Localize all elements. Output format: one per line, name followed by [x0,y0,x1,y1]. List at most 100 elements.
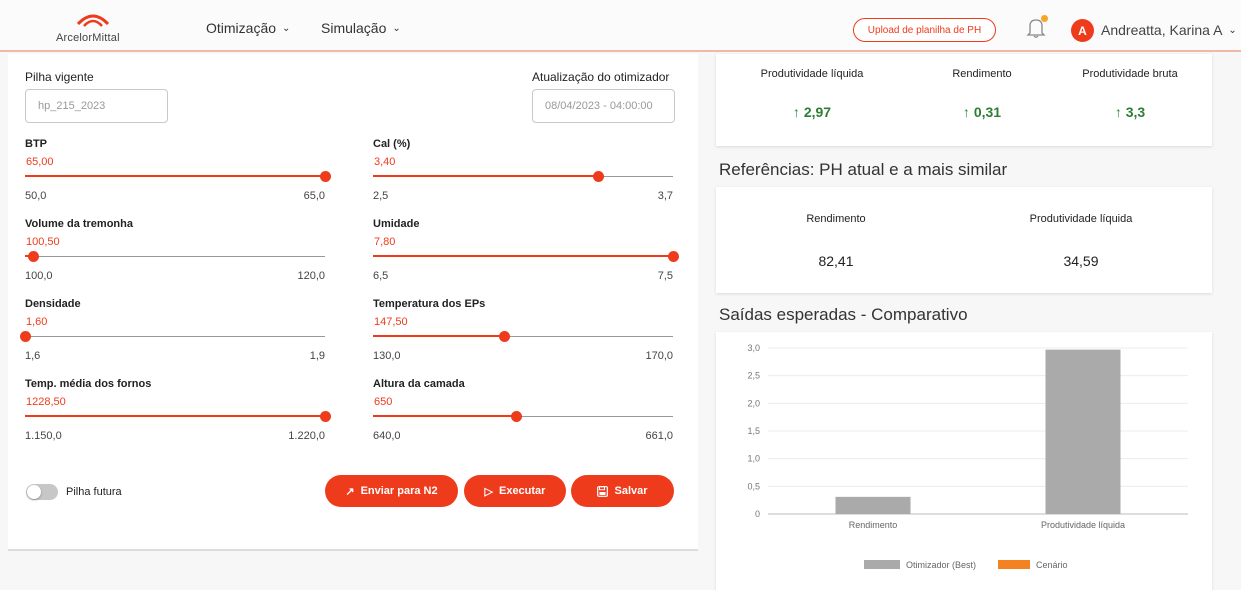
slider-max: 3,7 [657,190,673,202]
slider-max: 1,9 [309,350,325,362]
upload-spreadsheet-button[interactable]: Upload de planilha de PH [853,18,996,42]
pilha-input[interactable]: hp_215_2023 [25,89,168,123]
notification-dot [1041,15,1048,22]
slider-min: 1,6 [25,350,41,362]
slider-thumb[interactable] [320,411,331,422]
save-button[interactable]: Salvar [571,475,674,507]
kpi-value: ↑ 0,31 [922,104,1042,120]
slider-max: 661,0 [645,430,673,442]
y-tick-label: 2,0 [747,398,760,408]
y-tick-label: 2,5 [747,371,760,381]
slider-min: 6,5 [373,270,389,282]
references-card: Rendimento 82,41 Produtividade líquida 3… [716,187,1212,293]
slider-thumb[interactable] [499,331,511,342]
toggle-knob [27,485,41,499]
arrow-up-icon: ↑ [962,104,970,120]
nav-otimizacao-label: Otimização [206,20,277,36]
ref-label: Rendimento [806,213,866,225]
slider-fill [373,415,516,417]
legend-label: Otimizador (Best) [906,560,976,570]
parameters-panel: Pilha vigente hp_215_2023 Atualização do… [8,54,698,551]
slider-fill [25,415,325,417]
arrow-up-icon: ↑ [792,104,800,120]
arrow-up-icon: ↑ [1114,104,1122,120]
slider-max: 65,0 [303,190,325,202]
top-header: ArcelorMittal Otimização ⌄ Simulação ⌄ U… [0,0,1241,52]
slider-title: Temperatura dos EPs [373,298,486,310]
slider-min: 50,0 [25,190,47,202]
y-tick-label: 3,0 [747,343,760,353]
slider-fill [373,175,598,177]
user-name: Andreatta, Karina A [1101,22,1223,38]
slider-min: 2,5 [373,190,389,202]
y-tick-label: 1,5 [747,426,760,436]
slider-min: 100,0 [25,270,53,282]
slider-altura-camada: Altura da camada 650 640,0 661,0 [373,378,673,458]
y-tick-label: 1,0 [747,454,760,464]
ref-label: Produtividade líquida [1029,213,1133,225]
ref-value: 34,59 [1063,253,1099,269]
slider-min: 130,0 [373,350,401,362]
slider-max: 120,0 [297,270,325,282]
comparison-chart-card: 0 0,5 1,0 1,5 2,0 2,5 3,0 Rendimento Produtivida… [716,332,1212,590]
nav-otimizacao[interactable]: Otimização ⌄ [206,20,290,36]
slider-value: 1,60 [26,316,48,328]
chart-bar [1045,349,1121,514]
slider-thumb[interactable] [20,331,31,342]
comparison-chart: 0 0,5 1,0 1,5 2,0 2,5 3,0 Rendimento Produtivida… [747,343,1188,570]
arrow-up-right-icon: ↗ [345,485,355,498]
slider-min: 1.150,0 [25,430,62,442]
slider-btp: BTP 65,00 50,0 65,0 [25,138,331,218]
y-tick-label: 0 [755,509,760,519]
slider-value: 650 [374,396,393,408]
slider-title: Altura da camada [373,378,465,390]
kpi-number: 2,97 [803,104,832,120]
kpi-value: ↑ 3,3 [1070,104,1190,120]
chart-bar [835,496,911,514]
slider-fill [373,335,505,337]
slider-thumb[interactable] [510,411,522,422]
kpi-number: 3,3 [1125,104,1146,120]
kpi-value: ↑ 2,97 [752,104,872,120]
slider-min: 640,0 [373,430,401,442]
slider-cal: Cal (%) 3,40 2,5 3,7 [373,138,673,218]
play-icon: ▷ [484,485,493,498]
nav-simulacao[interactable]: Simulação ⌄ [321,20,401,36]
kpi-label: Rendimento [952,68,1012,80]
slider-thumb[interactable] [320,171,331,182]
send-n2-button[interactable]: ↗ Enviar para N2 [325,475,458,507]
slider-title: Temp. média dos fornos [25,378,152,390]
slider-fill [373,255,673,257]
atualizacao-input[interactable]: 08/04/2023 - 04:00:00 [532,89,675,123]
legend-swatch [864,560,900,569]
kpi-label: Produtividade líquida [760,68,864,80]
slider-max: 7,5 [657,270,673,282]
atualizacao-label: Atualização do otimizador [532,70,670,84]
pilha-futura-toggle[interactable] [26,484,58,500]
slider-temp-media-fornos: Temp. média dos fornos 1228,50 1.150,0 1… [25,378,331,458]
slider-track[interactable] [25,336,325,337]
kpi-card: Produtividade líquida ↑ 2,97 Rendimento … [716,54,1212,146]
nav-simulacao-label: Simulação [321,20,387,36]
y-tick-label: 0,5 [747,481,760,491]
references-title: Referências: PH atual e a mais similar [719,160,1008,179]
arcelormittal-logo[interactable]: ArcelorMittal [56,10,126,46]
x-tick-label: Rendimento [849,520,898,530]
run-label: Executar [498,485,546,497]
avatar[interactable]: A [1071,19,1094,42]
slider-thumb[interactable] [593,171,604,182]
slider-title: Umidade [373,218,420,230]
chevron-down-icon: ⌄ [282,22,291,34]
slider-value: 7,80 [374,236,396,248]
slider-thumb[interactable] [27,251,39,262]
logo-text: ArcelorMittal [56,32,120,44]
save-label: Salvar [614,485,648,497]
save-icon [597,485,609,497]
x-tick-label: Produtividade líquida [1041,520,1125,530]
slider-track[interactable] [25,256,325,257]
slider-max: 1.220,0 [288,430,325,442]
user-menu[interactable]: Andreatta, Karina A ⌄ [1101,22,1237,38]
run-button[interactable]: ▷ Executar [464,475,566,507]
comparison-title: Saídas esperadas - Comparativo [719,305,968,324]
slider-thumb[interactable] [668,251,679,262]
